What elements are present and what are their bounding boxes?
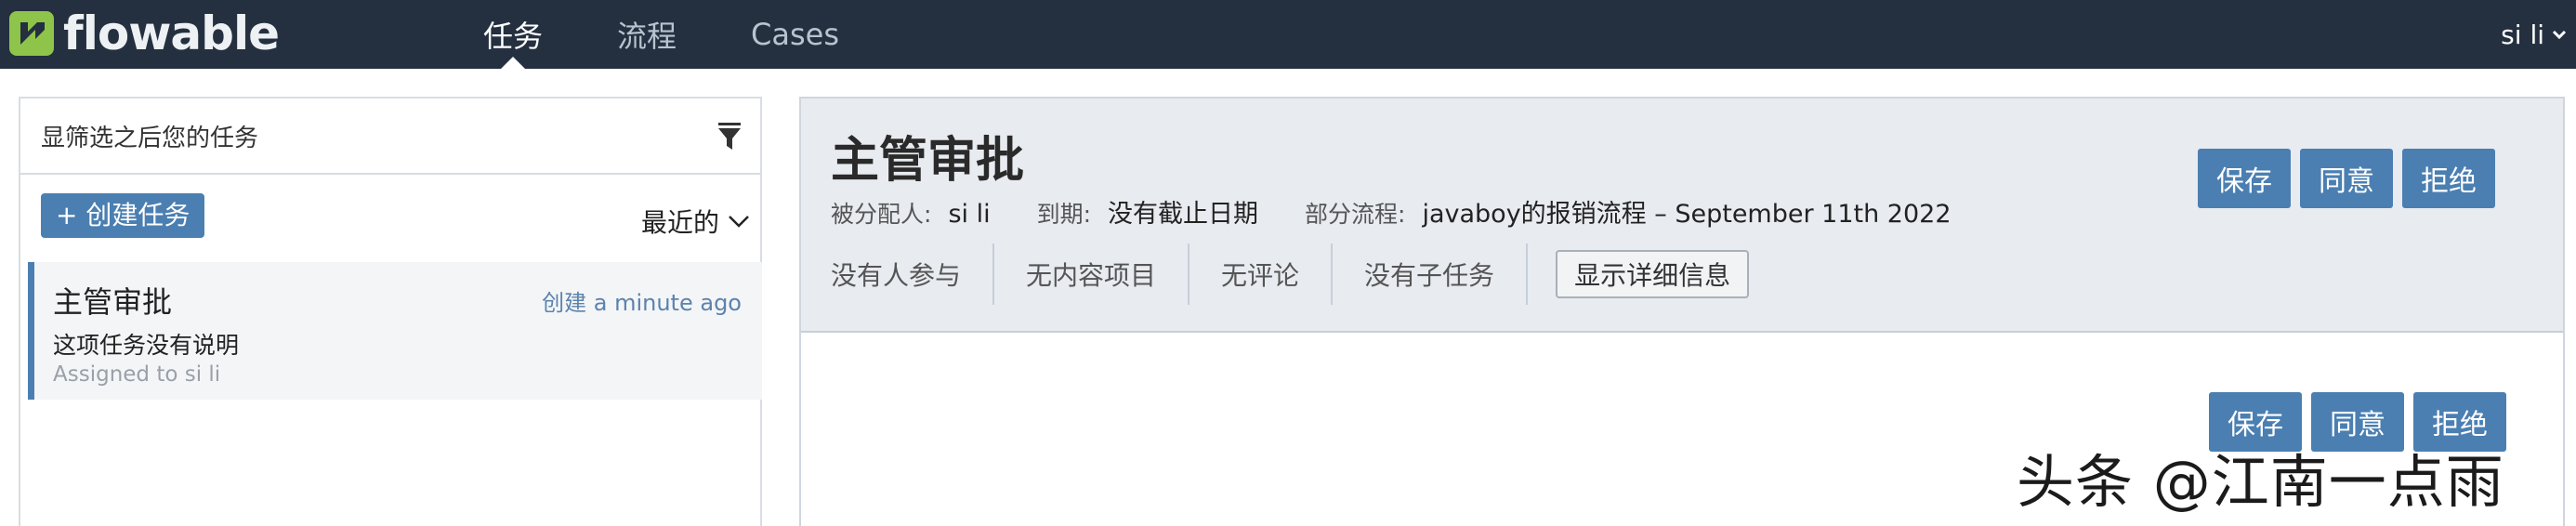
- task-item-title: 主管审批: [53, 284, 173, 320]
- flowable-logo[interactable]: flowable: [7, 6, 280, 61]
- tab-tasks[interactable]: 任务: [446, 0, 580, 70]
- reject-button[interactable]: 拒绝: [2402, 149, 2495, 208]
- top-navbar: flowable 任务 流程 Cases si li: [0, 0, 2576, 70]
- process-label: 部分流程:: [1305, 201, 1406, 228]
- user-name: si li: [2501, 19, 2544, 50]
- create-task-button[interactable]: + 创建任务: [41, 193, 205, 238]
- task-item-description: 这项任务没有说明: [53, 332, 240, 359]
- approve-button[interactable]: 同意: [2300, 149, 2393, 208]
- user-menu[interactable]: si li: [2501, 0, 2569, 69]
- subtasks-toggle[interactable]: 没有子任务: [1333, 243, 1529, 305]
- save-button[interactable]: 保存: [2198, 149, 2291, 208]
- assignee-value[interactable]: si li: [948, 200, 990, 229]
- filter-text: 显筛选之后您的任务: [41, 124, 259, 152]
- participants-toggle[interactable]: 没有人参与: [801, 243, 995, 305]
- tab-processes[interactable]: 流程: [580, 0, 714, 69]
- main-nav-tabs: 任务 流程 Cases: [446, 0, 876, 70]
- show-details-button[interactable]: 显示详细信息: [1556, 250, 1750, 298]
- tab-cases-label: Cases: [751, 17, 840, 52]
- process-value[interactable]: javaboy的报销流程 – September 11th 2022: [1422, 193, 1951, 230]
- task-list-panel: 显筛选之后您的任务 + 创建任务 最近的 主管审批 创建 a minute ag…: [19, 97, 762, 526]
- due-value[interactable]: 没有截止日期: [1108, 193, 1258, 230]
- tab-processes-label: 流程: [617, 19, 677, 54]
- task-list-toolbar: + 创建任务 最近的: [20, 175, 760, 262]
- due-label: 到期:: [1036, 201, 1092, 228]
- task-filter-bar[interactable]: 显筛选之后您的任务: [20, 99, 760, 175]
- task-info-row: 没有人参与 无内容项目 无评论 没有子任务 显示详细信息: [801, 243, 1750, 305]
- task-meta-row: 被分配人: si li 到期: 没有截止日期 部分流程: javaboy的报销流…: [831, 193, 1998, 230]
- brand-name: flowable: [63, 7, 280, 60]
- chevron-down-icon: [729, 216, 749, 228]
- chevron-down-icon: [2552, 30, 2567, 40]
- assignee-label: 被分配人:: [831, 201, 932, 228]
- header-action-buttons: 保存 同意 拒绝: [2188, 149, 2495, 208]
- flowable-logo-icon: [9, 11, 54, 56]
- task-list-item[interactable]: 主管审批 创建 a minute ago 这项任务没有说明 Assigned t…: [28, 262, 762, 400]
- tab-cases[interactable]: Cases: [714, 0, 876, 69]
- task-detail-header: 主管审批 被分配人: si li 到期: 没有截止日期 部分流程: javabo…: [801, 99, 2563, 333]
- task-item-created: 创建 a minute ago: [542, 290, 742, 316]
- sort-label: 最近的: [640, 207, 719, 238]
- funnel-icon[interactable]: [716, 121, 743, 152]
- watermark-text: 头条 @江南一点雨: [2017, 448, 2504, 516]
- comments-toggle[interactable]: 无评论: [1189, 243, 1334, 305]
- task-detail-title: 主管审批: [831, 133, 1025, 189]
- content-items-toggle[interactable]: 无内容项目: [994, 243, 1190, 305]
- sort-dropdown[interactable]: 最近的: [641, 203, 751, 240]
- tab-tasks-label: 任务: [483, 19, 544, 54]
- task-item-assignee: Assigned to si li: [53, 362, 221, 387]
